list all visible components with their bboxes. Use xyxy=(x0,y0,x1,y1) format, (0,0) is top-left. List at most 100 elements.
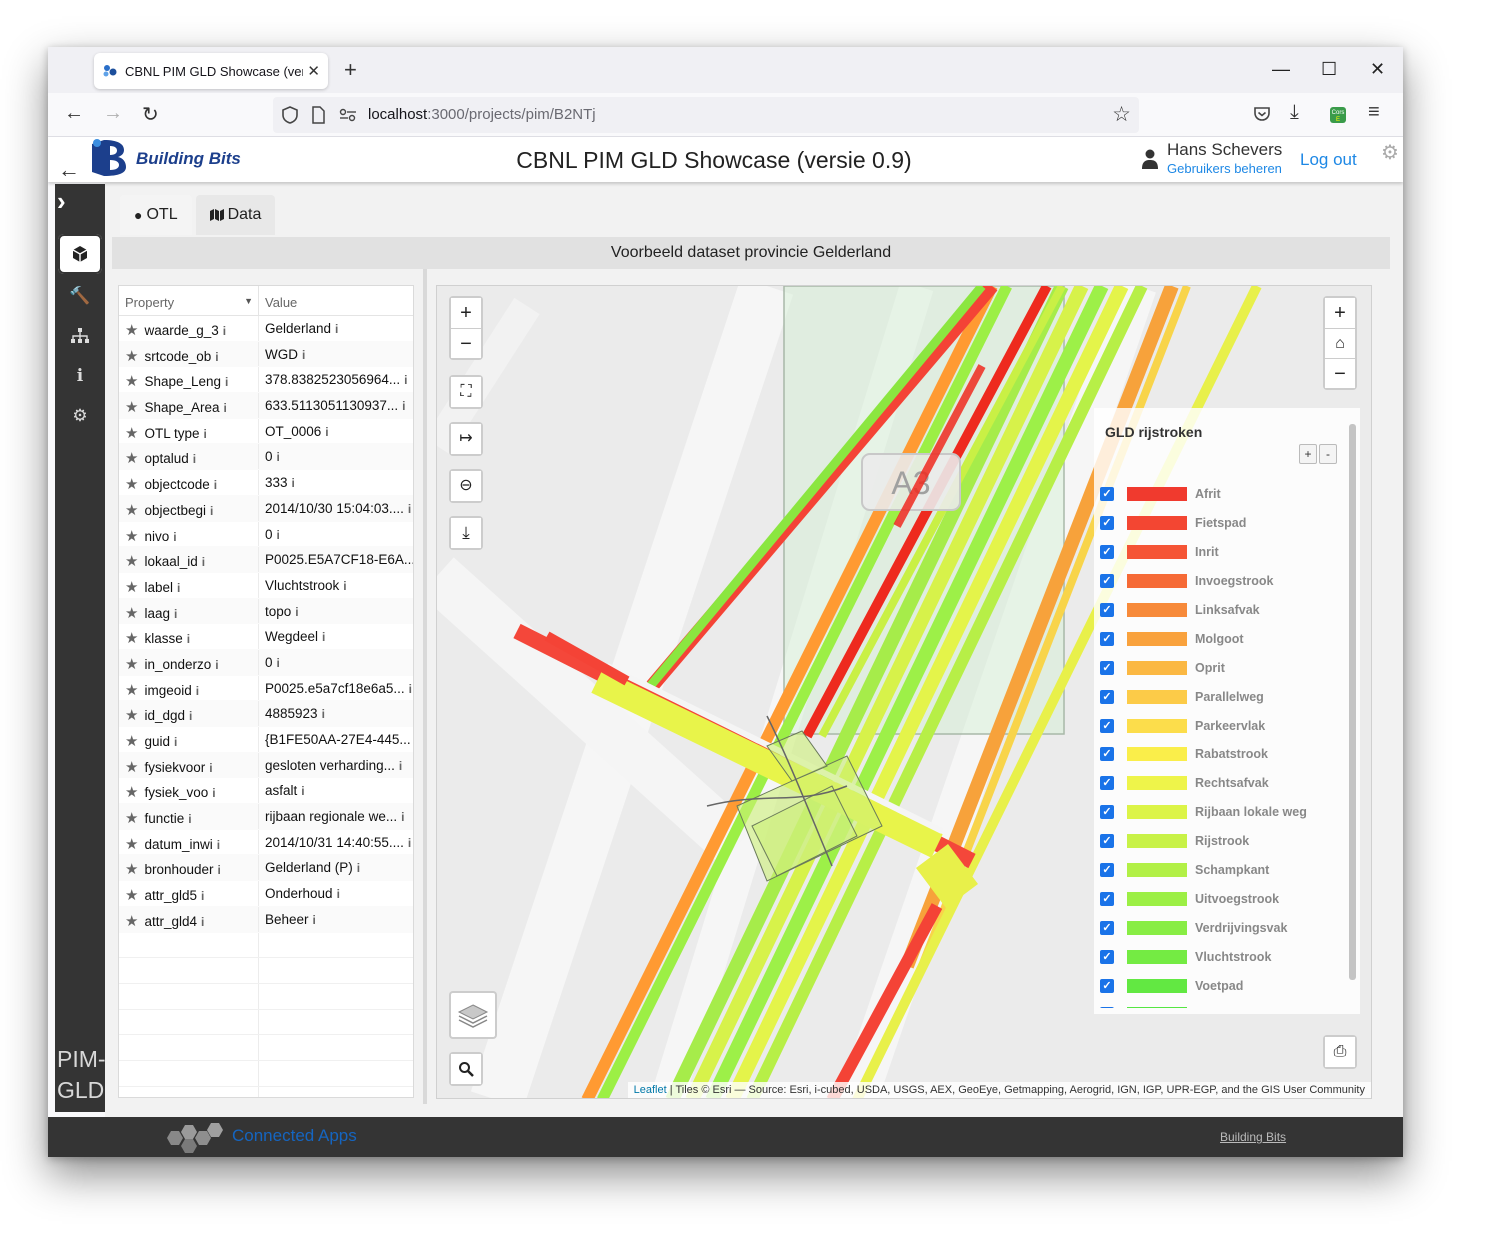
table-row[interactable]: ★ optalud i 0 i xyxy=(119,444,413,471)
info-icon[interactable]: i xyxy=(401,810,404,824)
info-icon[interactable]: i xyxy=(209,761,212,775)
right-zoom-out-button[interactable]: − xyxy=(1325,358,1355,388)
shield-icon[interactable] xyxy=(282,106,298,124)
info-icon[interactable]: i xyxy=(210,504,213,518)
info-icon[interactable]: i xyxy=(215,658,218,672)
close-window-button[interactable]: ✕ xyxy=(1370,59,1385,80)
search-icon[interactable] xyxy=(451,1054,481,1084)
legend-checkbox[interactable]: ✓ xyxy=(1100,891,1114,906)
sitemap-icon[interactable] xyxy=(58,316,102,356)
legend-item[interactable]: ✓ Oprit xyxy=(1100,653,1340,682)
legend-collapse-button[interactable]: - xyxy=(1319,444,1337,464)
panel-splitter[interactable] xyxy=(423,269,427,1104)
legend-checkbox[interactable]: ✓ xyxy=(1100,805,1114,820)
info-icon[interactable]: i xyxy=(202,555,205,569)
legend-item[interactable]: ✓ Schampkant xyxy=(1100,856,1340,885)
legend-item[interactable]: ✓ Invoegstrook xyxy=(1100,567,1340,596)
info-icon[interactable]: i xyxy=(217,838,220,852)
table-row[interactable]: ★ functie i rijbaan regionale we... i xyxy=(119,804,413,830)
table-row[interactable]: ★ bronhouder i Gelderland (P) i xyxy=(119,855,413,882)
star-icon[interactable]: ★ xyxy=(125,373,138,390)
star-icon[interactable]: ★ xyxy=(125,322,138,339)
info-icon[interactable]: i xyxy=(302,348,305,362)
minimize-button[interactable]: — xyxy=(1272,59,1290,80)
star-icon[interactable]: ★ xyxy=(125,887,138,904)
info-icon[interactable]: i xyxy=(187,632,190,646)
download-icon[interactable]: ⤓ xyxy=(1290,101,1299,124)
info-icon[interactable]: i xyxy=(196,684,199,698)
leaflet-link[interactable]: Leaflet xyxy=(634,1084,667,1096)
info-icon[interactable]: i xyxy=(409,682,412,696)
table-row[interactable]: ★ imgeoid i P0025.e5a7cf18e6a5... i xyxy=(119,675,413,702)
table-row[interactable]: ★ in_onderzo i 0 i xyxy=(119,649,413,676)
home-icon[interactable]: ⌂ xyxy=(1325,328,1355,358)
minus-circle-icon[interactable]: ⊖ xyxy=(451,471,481,501)
info-icon[interactable]: i xyxy=(402,399,405,413)
legend-checkbox[interactable]: ✓ xyxy=(1100,978,1114,993)
legend-item[interactable]: ✓ Parkeervlak xyxy=(1100,711,1340,740)
layers-control[interactable] xyxy=(449,991,497,1039)
info-icon[interactable]: i xyxy=(337,887,340,901)
info-icon[interactable]: i xyxy=(173,530,176,544)
hammer-icon[interactable]: 🔨 xyxy=(58,276,102,316)
info-icon[interactable]: i xyxy=(404,373,407,387)
star-icon[interactable]: ★ xyxy=(125,861,138,878)
legend-item[interactable]: ✓ Wegdeel xyxy=(1100,1000,1340,1008)
star-icon[interactable]: ★ xyxy=(125,348,138,365)
sort-caret-icon[interactable]: ▼ xyxy=(244,296,253,306)
star-icon[interactable]: ★ xyxy=(125,528,138,545)
table-row[interactable]: ★ laag i topo i xyxy=(119,598,413,625)
download-tray-icon[interactable]: ⤓ xyxy=(451,518,481,548)
info-icon[interactable]: i xyxy=(188,812,191,826)
info-icon[interactable]: i xyxy=(174,607,177,621)
right-zoom-in-button[interactable]: + xyxy=(1325,298,1355,328)
table-row[interactable]: ★ fysiek_voo i asfalt i xyxy=(119,778,413,805)
star-icon[interactable]: ★ xyxy=(125,502,138,519)
star-icon[interactable]: ★ xyxy=(125,682,138,699)
legend-item[interactable]: ✓ Rijstrook xyxy=(1100,827,1340,856)
map-view[interactable]: A3 + − ⛶ ↦ ⊖ ⤓ + ⌂ − ⎙ GLD rijstroken + … xyxy=(436,285,1372,1099)
building-bits-footer-link[interactable]: Building Bits xyxy=(1220,1130,1286,1144)
star-icon[interactable]: ★ xyxy=(125,784,138,801)
bookmark-star-icon[interactable]: ☆ xyxy=(1112,102,1131,127)
star-icon[interactable]: ★ xyxy=(125,913,138,930)
logout-link[interactable]: Log out xyxy=(1300,150,1357,170)
table-row[interactable]: ★ fysiekvoor i gesloten verharding... i xyxy=(119,752,413,779)
table-row[interactable]: ★ Shape_Leng i 378.8382523056964... i xyxy=(119,367,413,394)
star-icon[interactable]: ★ xyxy=(125,425,138,442)
forward-arrow-icon[interactable]: → xyxy=(103,102,123,125)
star-icon[interactable]: ★ xyxy=(125,656,138,673)
info-icon[interactable]: i xyxy=(313,913,316,927)
table-row[interactable]: ★ guidi {B1FE50AA-27E4-445...i xyxy=(119,727,413,753)
star-icon[interactable]: ★ xyxy=(125,553,138,570)
legend-expand-button[interactable]: + xyxy=(1299,444,1317,464)
maximize-button[interactable]: ☐ xyxy=(1321,59,1337,80)
legend-item[interactable]: ✓ Molgoot xyxy=(1100,624,1340,653)
info-icon[interactable]: i xyxy=(223,324,226,338)
legend-checkbox[interactable]: ✓ xyxy=(1100,631,1114,646)
info-icon[interactable]: i xyxy=(292,476,295,490)
cube-icon[interactable] xyxy=(58,234,102,274)
value-column-header[interactable]: Value xyxy=(259,286,413,315)
tab-close-icon[interactable]: ✕ xyxy=(307,62,320,80)
table-row[interactable]: ★ objectcode i 333 i xyxy=(119,470,413,496)
legend-checkbox[interactable]: ✓ xyxy=(1100,1007,1114,1008)
legend-checkbox[interactable]: ✓ xyxy=(1100,776,1114,791)
info-icon[interactable]: i xyxy=(58,356,102,396)
star-icon[interactable]: ★ xyxy=(125,579,138,596)
info-icon[interactable]: i xyxy=(225,375,228,389)
legend-checkbox[interactable]: ✓ xyxy=(1100,834,1114,849)
info-icon[interactable]: i xyxy=(357,861,360,875)
table-row[interactable]: ★ Shape_Area i 633.5113051130937... i xyxy=(119,393,413,419)
info-icon[interactable]: i xyxy=(408,836,411,850)
legend-item[interactable]: ✓ Rijbaan lokale weg xyxy=(1100,798,1340,827)
tab-data[interactable]: Data xyxy=(195,195,276,235)
legend-item[interactable]: ✓ Uitvoegstrook xyxy=(1100,884,1340,913)
table-row[interactable]: ★ nivo i 0 i xyxy=(119,521,413,548)
legend-checkbox[interactable]: ✓ xyxy=(1100,747,1114,762)
star-icon[interactable]: ★ xyxy=(125,759,138,776)
legend-checkbox[interactable]: ✓ xyxy=(1100,689,1114,704)
legend-checkbox[interactable]: ✓ xyxy=(1100,660,1114,675)
star-icon[interactable]: ★ xyxy=(125,399,138,416)
info-icon[interactable]: i xyxy=(301,784,304,798)
